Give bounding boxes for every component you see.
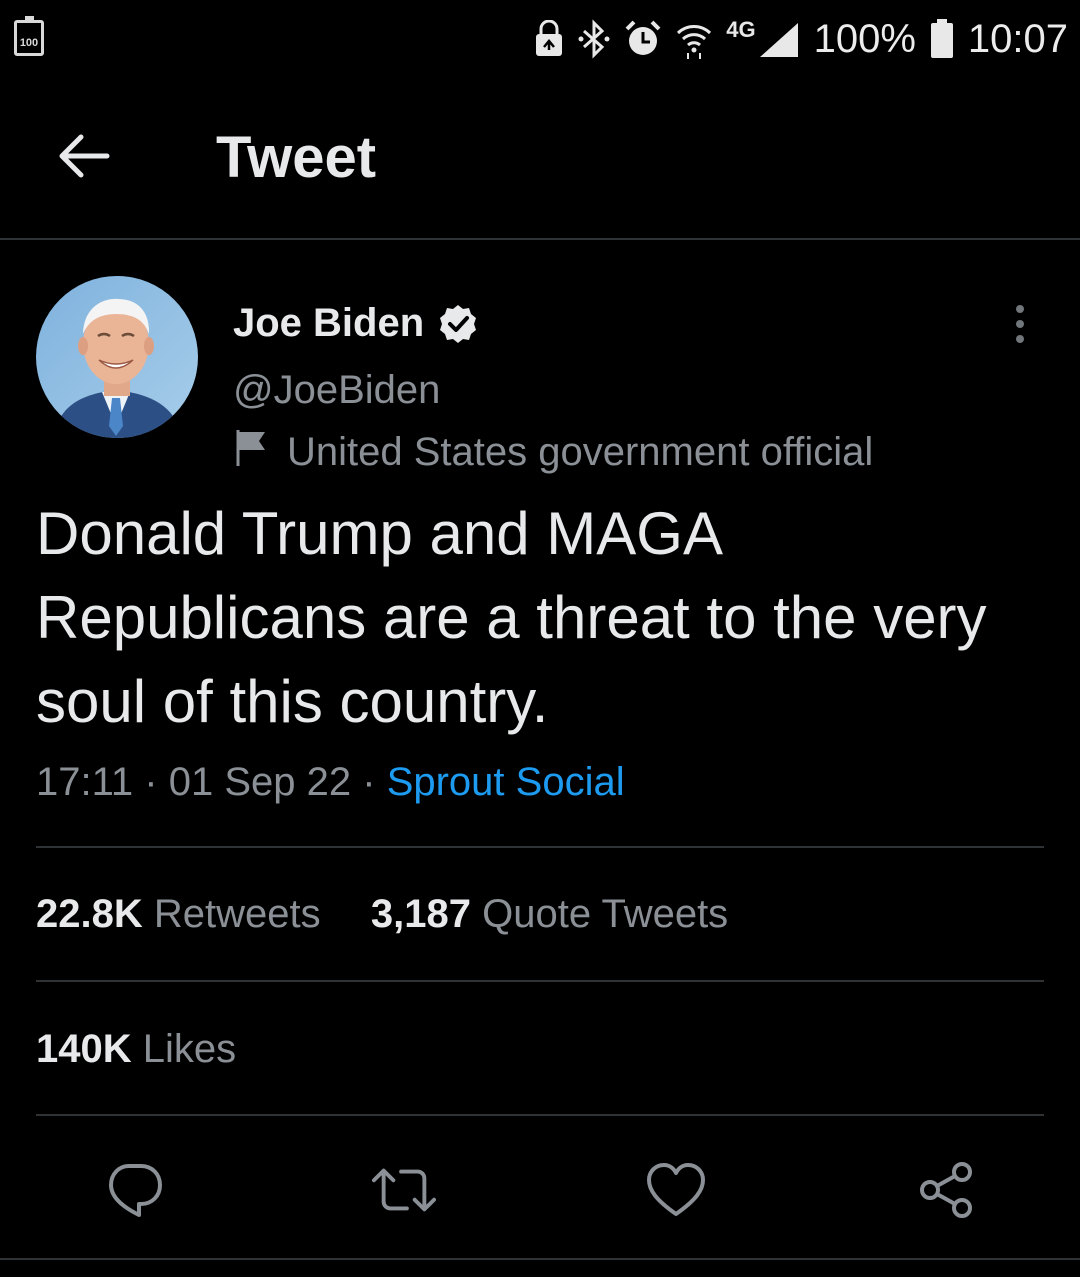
- status-icons: 4G 100% 10:07: [534, 10, 1068, 68]
- author-handle[interactable]: @JoeBiden: [233, 368, 440, 413]
- tweet-time: 17:11: [36, 760, 134, 804]
- back-arrow-icon: [59, 134, 110, 178]
- quote-tweets-stat[interactable]: 3,187 Quote Tweets: [371, 892, 728, 936]
- retweet-button[interactable]: [372, 1158, 436, 1222]
- share-button[interactable]: [914, 1158, 978, 1222]
- recycle-lock-icon: [534, 20, 564, 58]
- more-dot: [1016, 335, 1024, 343]
- divider: [0, 1258, 1080, 1260]
- like-icon: [647, 1163, 705, 1216]
- battery-badge-text: 100: [19, 37, 39, 49]
- verified-badge-icon: [438, 304, 478, 344]
- tweet-text: Donald Trump and MAGA Republicans are a …: [36, 500, 987, 735]
- top-app-bar: Tweet: [0, 80, 1080, 240]
- profile-photo: [36, 276, 198, 438]
- quote-tweets-count: 3,187: [370, 892, 471, 936]
- battery-icon: [930, 19, 954, 59]
- alarm-icon: [624, 19, 662, 59]
- likes-stat[interactable]: 140K Likes: [36, 1027, 236, 1072]
- quote-tweets-label: Quote Tweets: [482, 892, 729, 936]
- more-vertical-icon: [1016, 305, 1024, 313]
- tweet-date: 01 Sep 22: [168, 760, 352, 804]
- network-4g-icon: 4G: [726, 19, 799, 59]
- reply-icon: [109, 1164, 162, 1217]
- reply-button[interactable]: [103, 1158, 167, 1222]
- government-label[interactable]: United States government official: [233, 427, 873, 477]
- retweets-count: 22.8K: [36, 892, 143, 936]
- like-button[interactable]: [644, 1158, 708, 1222]
- flag-icon: [233, 427, 269, 477]
- likes-label: Likes: [142, 1027, 237, 1071]
- wifi-icon: [676, 19, 712, 59]
- retweet-icon: [372, 1168, 436, 1212]
- status-bar: 100 4G 100% 10:07: [0, 0, 1080, 80]
- tweet-actions: [0, 1140, 1080, 1240]
- government-label-text: United States government official: [287, 429, 874, 474]
- bluetooth-icon: [578, 19, 610, 59]
- author-name-row[interactable]: Joe Biden: [233, 301, 478, 346]
- retweet-stats-row: 22.8K Retweets 3,187 Quote Tweets: [36, 892, 728, 937]
- more-options-button[interactable]: [1000, 300, 1040, 348]
- tweet-source-link[interactable]: Sprout Social: [387, 760, 625, 804]
- retweets-label: Retweets: [153, 892, 321, 936]
- retweets-stat[interactable]: 22.8K Retweets: [36, 892, 332, 936]
- back-button[interactable]: [52, 124, 116, 188]
- more-dot: [1016, 320, 1024, 328]
- battery-percent: 100%: [813, 16, 916, 61]
- clock: 10:07: [967, 16, 1068, 61]
- author-name: Joe Biden: [233, 301, 425, 345]
- tweet-meta: 17:11 · 01 Sep 22 · Sprout Social: [36, 760, 625, 805]
- network-type: 4G: [726, 17, 756, 42]
- divider: [36, 846, 1044, 848]
- divider: [36, 1114, 1044, 1116]
- page-title: Tweet: [216, 125, 377, 190]
- divider: [36, 980, 1044, 982]
- share-icon: [920, 1162, 972, 1218]
- battery-notification-icon: 100: [14, 16, 44, 56]
- avatar[interactable]: [36, 276, 198, 438]
- meta-separator: ·: [144, 760, 158, 804]
- likes-count: 140K: [36, 1027, 132, 1071]
- meta-separator: ·: [362, 760, 376, 804]
